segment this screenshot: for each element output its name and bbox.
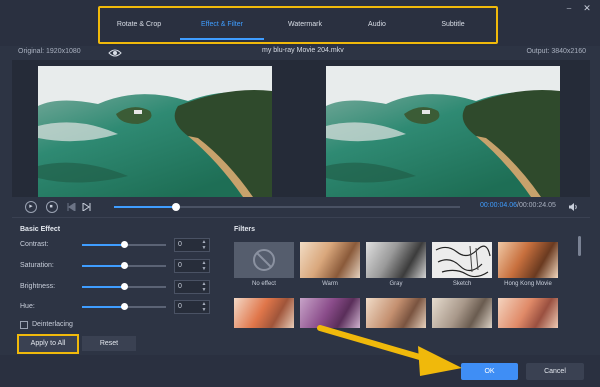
filter-warm[interactable] (300, 242, 360, 278)
original-resolution: Original: 1920x1080 (18, 48, 81, 55)
file-name: my blu-ray Movie 204.mkv (262, 47, 344, 54)
current-time: 00:00:04.06 (480, 202, 517, 209)
total-time: 00:00:24.05 (518, 202, 556, 209)
tab-watermark[interactable]: Watermark (266, 8, 344, 42)
filter-thumbnail[interactable] (432, 298, 492, 328)
brightness-value: 0 (178, 283, 182, 290)
active-tab-indicator (180, 38, 264, 40)
filter-label: Hong Kong Movie (504, 281, 552, 287)
filters-scrollbar[interactable] (578, 236, 581, 256)
filters-title: Filters (234, 226, 256, 233)
hue-label: Hue: (20, 303, 35, 310)
contrast-slider-fill (82, 244, 124, 246)
hue-value: 0 (178, 303, 182, 310)
effect-filter-window: Rotate & Crop Effect & Filter Watermark … (0, 0, 600, 387)
ok-button[interactable]: OK (461, 363, 518, 380)
window-controls: ⎯ ✕ (556, 2, 596, 14)
volume-icon[interactable] (568, 202, 578, 212)
brightness-slider[interactable] (82, 283, 166, 290)
filter-gray[interactable] (366, 242, 426, 278)
saturation-label: Saturation: (20, 262, 54, 269)
tab-subtitle[interactable]: Subtitle (410, 8, 496, 42)
brightness-label: Brightness: (20, 283, 56, 290)
bottom-bar: OK Cancel (0, 355, 600, 387)
saturation-stepper[interactable]: 0 ▲ ▼ (174, 259, 210, 273)
progress-fill (114, 206, 177, 208)
playback-controls: 00:00:04.06/00:00:24.05 (0, 198, 600, 216)
apply-to-all-button[interactable]: Apply to All (17, 334, 79, 354)
tab-rotate-crop[interactable]: Rotate & Crop (100, 8, 178, 42)
stop-icon (49, 204, 53, 208)
original-preview (38, 66, 272, 197)
cancel-button[interactable]: Cancel (526, 363, 584, 380)
reset-button[interactable]: Reset (82, 336, 136, 351)
brightness-slider-fill (82, 286, 124, 288)
time-display: 00:00:04.06/00:00:24.05 (480, 202, 556, 209)
brightness-row: Brightness: 0 ▲ ▼ (12, 280, 220, 294)
contrast-row: Contrast: 0 ▲ ▼ (12, 238, 220, 252)
next-frame-icon[interactable] (82, 203, 91, 211)
decrement-icon[interactable]: ▼ (200, 307, 208, 313)
saturation-slider-fill (82, 265, 124, 267)
tab-bar: Rotate & Crop Effect & Filter Watermark … (98, 6, 498, 44)
contrast-slider[interactable] (82, 241, 166, 248)
output-preview (326, 66, 560, 197)
filter-label: Warm (322, 281, 338, 287)
deinterlacing-label: Deinterlacing (32, 321, 73, 328)
filter-hong-kong-movie[interactable] (498, 242, 558, 278)
brightness-stepper[interactable]: 0 ▲ ▼ (174, 280, 210, 294)
stop-button[interactable] (46, 201, 58, 213)
basic-effect-panel: Basic Effect Contrast: 0 ▲ ▼ Saturation: 0… (12, 220, 220, 355)
decrement-icon[interactable]: ▼ (200, 287, 208, 293)
saturation-row: Saturation: 0 ▲ ▼ (12, 259, 220, 273)
sketch-thumbnail (435, 245, 491, 278)
decrement-icon[interactable]: ▼ (200, 245, 208, 251)
decrement-icon[interactable]: ▼ (200, 266, 208, 272)
filters-panel: Filters No effect Warm Gray Sketch Hong … (226, 220, 590, 355)
filter-no-effect[interactable] (234, 242, 294, 278)
contrast-slider-handle[interactable] (121, 241, 128, 248)
play-icon (29, 204, 33, 208)
eye-icon[interactable] (108, 48, 122, 58)
contrast-value: 0 (178, 241, 182, 248)
minimize-icon[interactable]: ⎯ (562, 2, 576, 14)
contrast-label: Contrast: (20, 241, 49, 248)
contrast-stepper[interactable]: 0 ▲ ▼ (174, 238, 210, 252)
filter-label: Sketch (452, 281, 472, 287)
hue-stepper[interactable]: 0 ▲ ▼ (174, 300, 210, 314)
progress-bar[interactable] (114, 203, 460, 211)
hue-row: Hue: 0 ▲ ▼ (12, 300, 220, 314)
filter-thumbnail[interactable] (234, 298, 294, 328)
hue-slider[interactable] (82, 303, 166, 310)
hue-slider-fill (82, 306, 124, 308)
filter-thumbnail[interactable] (300, 298, 360, 328)
top-bar: Rotate & Crop Effect & Filter Watermark … (0, 0, 600, 46)
progress-handle[interactable] (172, 203, 181, 211)
saturation-slider-handle[interactable] (121, 262, 128, 269)
basic-effect-title: Basic Effect (20, 226, 61, 233)
close-icon[interactable]: ✕ (580, 2, 594, 14)
hue-slider-handle[interactable] (121, 303, 128, 310)
filter-thumbnail[interactable] (498, 298, 558, 328)
info-row: Original: 1920x1080 my blu-ray Movie 204… (0, 46, 600, 60)
play-button[interactable] (25, 201, 37, 213)
previous-frame-icon[interactable] (67, 203, 76, 211)
output-resolution: Output: 3840x2160 (526, 48, 586, 55)
saturation-slider[interactable] (82, 262, 166, 269)
filter-sketch[interactable] (432, 242, 492, 278)
deinterlacing-checkbox[interactable] (20, 321, 28, 329)
filter-label: No effect (252, 281, 276, 287)
divider (12, 217, 590, 218)
no-effect-icon (253, 249, 275, 271)
saturation-value: 0 (178, 262, 182, 269)
filter-label: Gray (389, 281, 403, 287)
tab-audio[interactable]: Audio (344, 8, 410, 42)
preview-area (12, 60, 590, 197)
brightness-slider-handle[interactable] (121, 283, 128, 290)
tab-effect-filter[interactable]: Effect & Filter (178, 8, 266, 42)
filter-thumbnail[interactable] (366, 298, 426, 328)
